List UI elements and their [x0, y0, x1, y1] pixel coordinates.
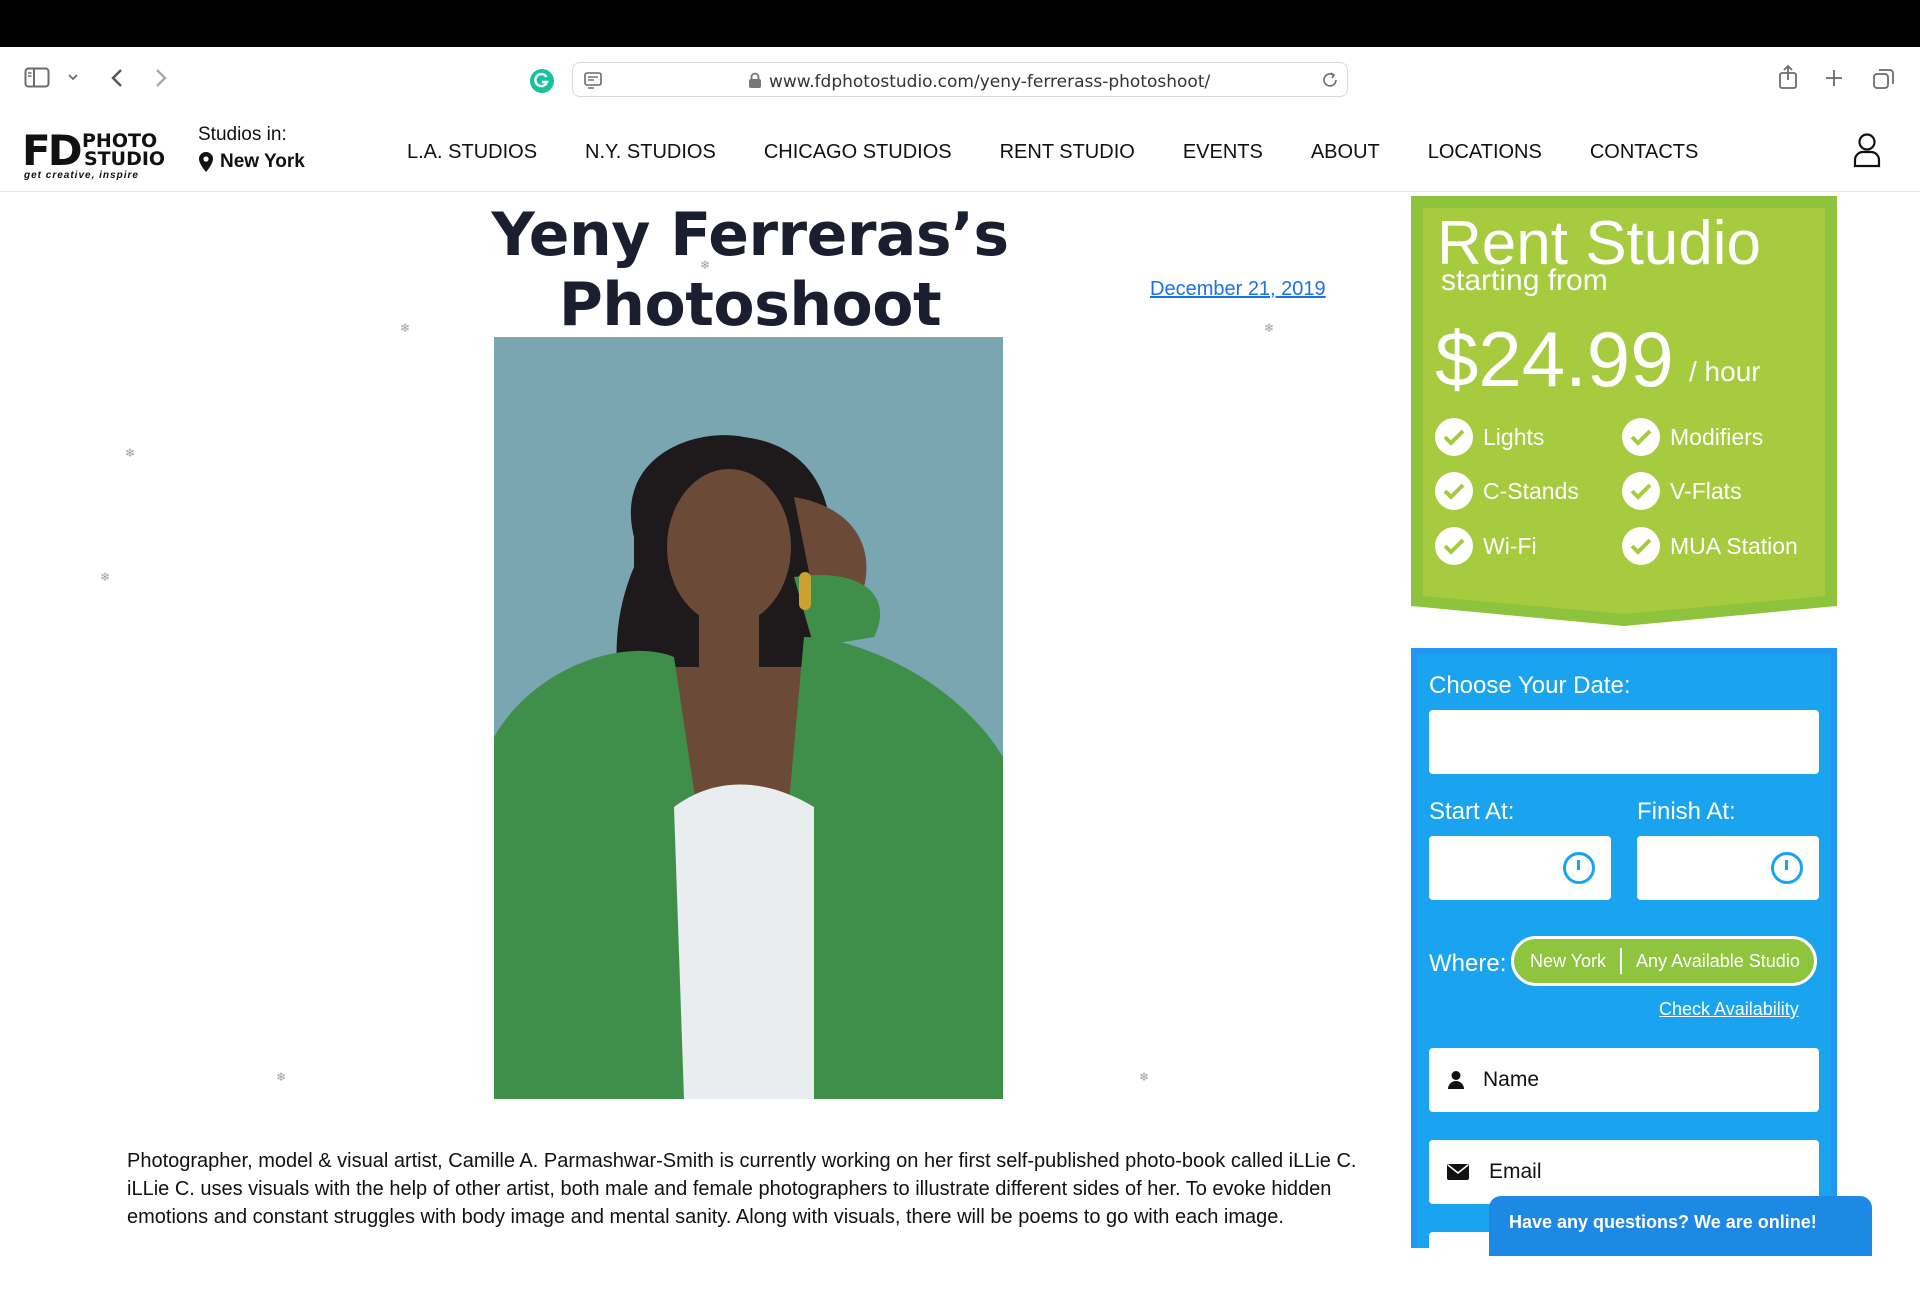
date-label: Choose Your Date: [1429, 672, 1631, 699]
studios-in-label: Studios in: [198, 124, 287, 145]
tabs-overview-icon[interactable] [1872, 67, 1896, 96]
name-placeholder: Name [1483, 1068, 1540, 1091]
main-nav: L.A. STUDIOS N.Y. STUDIOS CHICAGO STUDIO… [407, 141, 1746, 164]
email-placeholder: Email [1489, 1160, 1542, 1183]
nav-about[interactable]: ABOUT [1311, 141, 1380, 164]
finish-time-input[interactable] [1637, 836, 1819, 900]
checkmark-icon [1435, 472, 1473, 510]
back-arrow-icon[interactable] [108, 67, 126, 94]
envelope-icon [1447, 1164, 1469, 1180]
email-field[interactable]: Email [1429, 1140, 1819, 1204]
studio-city-label: New York [220, 151, 305, 172]
nav-rent-studio[interactable]: RENT STUDIO [1000, 141, 1135, 164]
snowflake-icon: ❄ [400, 321, 411, 335]
nav-la-studios[interactable]: L.A. STUDIOS [407, 141, 537, 164]
checkmark-icon [1622, 418, 1660, 456]
photoshoot-image [494, 337, 1003, 1099]
date-input[interactable] [1429, 710, 1819, 774]
snowflake-icon: ❄ [700, 258, 711, 272]
forward-arrow-icon[interactable] [152, 67, 170, 94]
feature-label: Modifiers [1670, 423, 1764, 450]
clock-icon[interactable] [1771, 852, 1803, 884]
feature-label: Wi-Fi [1483, 532, 1537, 559]
article-body: Photographer, model & visual artist, Cam… [127, 1150, 1357, 1228]
logo-tagline: get creative, inspire [24, 170, 139, 181]
chat-prompt: Have any questions? We are online! [1509, 1212, 1817, 1232]
finish-label: Finish At: [1637, 798, 1736, 825]
feature-mua-station: MUA Station [1622, 527, 1798, 565]
studio-city-selector[interactable]: New York [198, 151, 305, 173]
nav-ny-studios[interactable]: N.Y. STUDIOS [585, 141, 716, 164]
checkmark-icon [1622, 527, 1660, 565]
start-time-input[interactable] [1429, 836, 1611, 900]
rent-price: $24.99 [1435, 315, 1674, 403]
feature-modifiers: Modifiers [1622, 418, 1763, 456]
feature-label: V-Flats [1670, 477, 1742, 504]
location-studio[interactable]: Any Available Studio [1636, 951, 1800, 972]
snowflake-icon: ❄ [276, 1070, 287, 1084]
feature-label: C-Stands [1483, 477, 1579, 504]
map-pin-icon [199, 152, 213, 172]
logo-studio: STUDIO [84, 148, 166, 170]
logo-fd: FD [22, 126, 83, 175]
snowflake-icon: ❄ [125, 446, 136, 460]
snowflake-icon: ❄ [100, 570, 111, 584]
nav-locations[interactable]: LOCATIONS [1428, 141, 1542, 164]
nav-events[interactable]: EVENTS [1183, 141, 1263, 164]
site-logo[interactable]: FD PHOTO STUDIO get creative, inspire [22, 126, 166, 182]
snowflake-icon: ❄ [1139, 1070, 1150, 1084]
feature-v-flats: V-Flats [1622, 472, 1742, 510]
feature-wi-fi: Wi-Fi [1435, 527, 1537, 565]
clock-icon[interactable] [1563, 852, 1595, 884]
nav-contacts[interactable]: CONTACTS [1590, 141, 1699, 164]
site-header: FD PHOTO STUDIO get creative, inspire St… [0, 114, 1920, 192]
checkmark-icon [1622, 472, 1660, 510]
feature-label: MUA Station [1670, 532, 1798, 559]
checkmark-icon [1435, 527, 1473, 565]
page-title: Yeny Ferreras’s Photoshoot [491, 200, 1009, 340]
rent-studio-promo[interactable]: Rent Studio starting from $24.99 / hour … [1411, 196, 1837, 626]
new-tab-icon[interactable] [1824, 68, 1844, 93]
address-bar[interactable]: www.fdphotostudio.com/yeny-ferrerass-pho… [572, 62, 1348, 97]
booking-form: Choose Your Date: Start At: Finish At: W… [1411, 648, 1837, 1296]
user-icon [1448, 1071, 1464, 1089]
feature-label: Lights [1483, 423, 1545, 450]
check-availability-link[interactable]: Check Availability [1659, 999, 1799, 1020]
chat-widget[interactable]: Have any questions? We are online! [1489, 1196, 1872, 1256]
start-label: Start At: [1429, 798, 1515, 825]
where-label: Where: [1429, 950, 1507, 977]
location-selector[interactable]: New York Any Available Studio [1511, 936, 1817, 986]
feature-lights: Lights [1435, 418, 1544, 456]
grammarly-icon[interactable] [529, 68, 555, 99]
nav-chicago-studios[interactable]: CHICAGO STUDIOS [764, 141, 952, 164]
share-icon[interactable] [1777, 64, 1799, 95]
sidebar-toggle-icon[interactable] [24, 67, 52, 94]
url-text: www.fdphotostudio.com/yeny-ferrerass-pho… [769, 72, 1211, 92]
browser-toolbar: www.fdphotostudio.com/yeny-ferrerass-pho… [0, 47, 1920, 114]
user-account-icon[interactable] [1852, 132, 1882, 173]
system-top-bar [0, 0, 1920, 47]
rent-studio-subtitle: starting from [1441, 264, 1608, 297]
chevron-down-icon[interactable] [66, 70, 80, 89]
page-menu-icon[interactable] [583, 70, 603, 95]
lock-icon [748, 72, 762, 94]
feature-c-stands: C-Stands [1435, 472, 1579, 510]
post-date-link[interactable]: December 21, 2019 [1150, 278, 1326, 301]
location-city[interactable]: New York [1530, 951, 1606, 972]
rent-price-unit: / hour [1689, 356, 1761, 387]
checkmark-icon [1435, 418, 1473, 456]
reload-icon[interactable] [1321, 71, 1339, 94]
snowflake-icon: ❄ [1264, 321, 1275, 335]
pill-divider [1620, 948, 1623, 974]
name-field[interactable]: Name [1429, 1048, 1819, 1112]
